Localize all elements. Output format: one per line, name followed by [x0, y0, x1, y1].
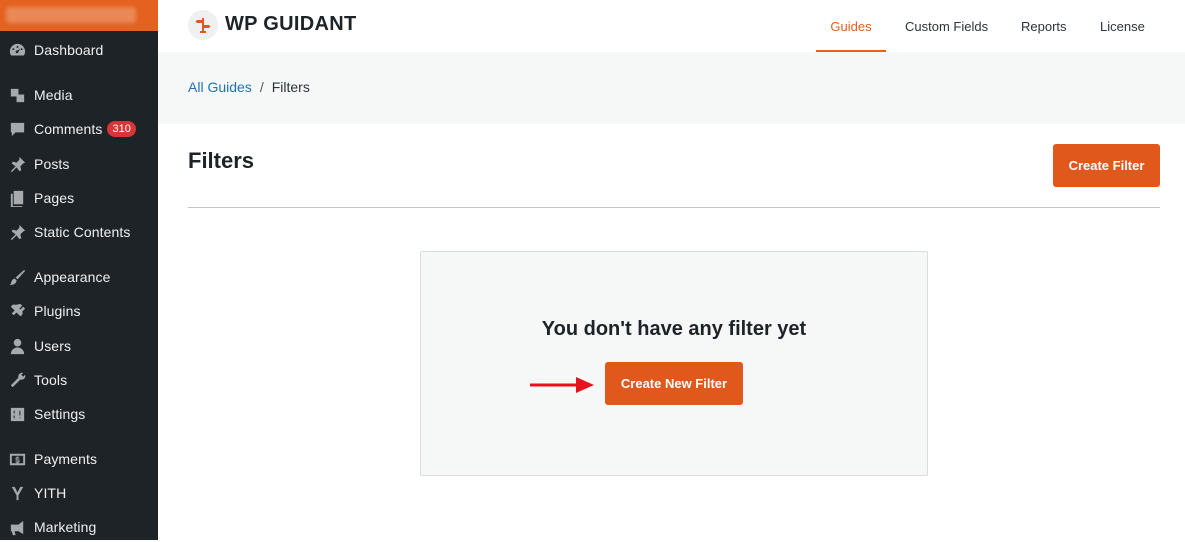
tab-label: Reports [1021, 18, 1067, 34]
comments-count-badge: 310 [107, 121, 136, 137]
dashboard-icon [0, 41, 34, 60]
sidebar-item-label: YITH [34, 485, 67, 501]
pages-icon [0, 189, 34, 208]
sidebar-item-label: Dashboard [34, 42, 104, 58]
sidebar-item-label: Plugins [34, 303, 81, 319]
sidebar-item-label: Static Contents [34, 224, 131, 240]
sidebar-item-dashboard[interactable]: Dashboard [0, 35, 158, 65]
breadcrumb-separator: / [259, 79, 264, 95]
sidebar-item-plugins[interactable]: Plugins [0, 296, 158, 326]
title-divider [188, 207, 1160, 208]
sidebar-item-marketing[interactable]: Marketing [0, 512, 158, 542]
sidebar-item-tools[interactable]: Tools [0, 365, 158, 395]
megaphone-icon [0, 518, 34, 537]
plugin-icon [0, 302, 34, 321]
create-new-filter-button[interactable]: Create New Filter [605, 362, 743, 405]
sidebar-item-label: Appearance [34, 269, 111, 285]
breadcrumb-bar: All Guides / Filters [158, 52, 1185, 124]
comments-icon [0, 120, 34, 139]
sidebar-item-label: Users [34, 338, 72, 354]
brand-name: WP GUIDANT [225, 13, 357, 35]
breadcrumb-all-guides-link[interactable]: All Guides [188, 79, 252, 95]
tab-reports[interactable]: Reports [1021, 0, 1067, 52]
sidebar-item-users[interactable]: Users [0, 331, 158, 361]
sidebar-item-comments[interactable]: Comments 310 [0, 114, 158, 144]
sidebar-item-yith[interactable]: YITH [0, 478, 158, 508]
red-pointer-arrow-icon [530, 377, 594, 393]
breadcrumb: All Guides / Filters [188, 79, 310, 95]
page-title: Filters [188, 148, 255, 173]
sidebar-item-posts[interactable]: Posts [0, 149, 158, 179]
tab-label: Guides [830, 18, 872, 34]
sidebar-item-settings[interactable]: Settings [0, 399, 158, 429]
payments-icon [0, 450, 34, 469]
tab-license[interactable]: License [1100, 0, 1145, 52]
sidebar-item-label: Comments [34, 121, 103, 137]
tab-label: Custom Fields [905, 18, 989, 34]
site-name-bar[interactable] [0, 0, 158, 31]
sidebar-item-static-contents[interactable]: Static Contents [0, 217, 158, 247]
wrench-icon [0, 371, 34, 390]
media-icon [0, 86, 34, 105]
sidebar-item-pages[interactable]: Pages [0, 183, 158, 213]
sidebar-item-label: Settings [34, 406, 86, 422]
pin-icon [0, 155, 34, 174]
settings-icon [0, 405, 34, 424]
tab-label: License [1100, 18, 1145, 34]
sidebar-item-label: Pages [34, 190, 75, 206]
admin-sidebar: Dashboard Media Comments 310 Posts Pages… [0, 0, 158, 540]
yith-icon [0, 484, 34, 503]
pin-icon [0, 223, 34, 242]
create-filter-button[interactable]: Create Filter [1053, 144, 1160, 187]
breadcrumb-current: Filters [271, 79, 310, 95]
sidebar-item-label: Tools [34, 372, 68, 388]
users-icon [0, 337, 34, 356]
empty-state-message: You don't have any filter yet [541, 318, 807, 340]
sidebar-item-label: Marketing [34, 519, 97, 535]
sidebar-item-label: Posts [34, 156, 70, 172]
plugin-header: WP GUIDANT Guides Custom Fields Reports … [158, 0, 1185, 52]
sidebar-item-media[interactable]: Media [0, 80, 158, 110]
tab-guides[interactable]: Guides [816, 0, 886, 52]
sidebar-item-payments[interactable]: Payments [0, 444, 158, 474]
sidebar-item-label: Payments [34, 451, 98, 467]
blurred-site-name [6, 7, 136, 23]
sidebar-item-appearance[interactable]: Appearance [0, 262, 158, 292]
brush-icon [0, 268, 34, 287]
tab-custom-fields[interactable]: Custom Fields [905, 0, 988, 52]
signpost-logo-icon [188, 10, 218, 40]
sidebar-item-label: Media [34, 87, 73, 103]
